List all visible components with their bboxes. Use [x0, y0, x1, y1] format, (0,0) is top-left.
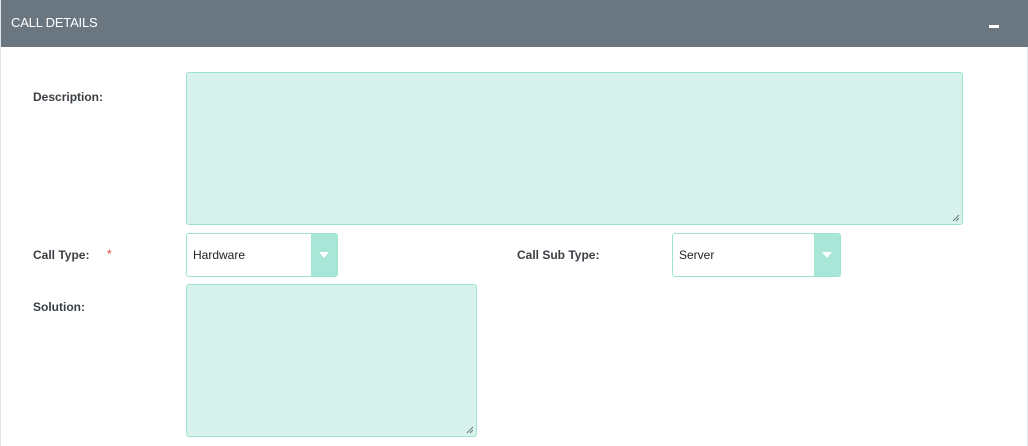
call-type-dropdown-button[interactable] [311, 234, 337, 276]
call-sub-type-label: Call Sub Type: [517, 248, 600, 262]
call-sub-type-value: Server [679, 248, 715, 262]
description-textarea[interactable] [186, 72, 963, 225]
call-type-select[interactable]: Hardware [186, 233, 338, 277]
solution-label: Solution: [33, 300, 85, 314]
call-type-label: Call Type: [33, 248, 90, 262]
call-type-value: Hardware [193, 248, 246, 262]
call-details-panel: CALL DETAILS Description: Call Type: * H… [0, 0, 1028, 446]
solution-textarea[interactable] [186, 284, 477, 437]
call-sub-type-dropdown-button[interactable] [814, 234, 840, 276]
panel-header: CALL DETAILS [1, 0, 1028, 47]
required-marker: * [107, 247, 112, 261]
panel-title: CALL DETAILS [11, 15, 98, 30]
call-sub-type-select[interactable]: Server [672, 233, 841, 277]
chevron-down-icon [319, 252, 329, 258]
description-label: Description: [33, 90, 104, 104]
collapse-button[interactable] [987, 16, 1001, 30]
chevron-down-icon [822, 252, 832, 258]
minus-icon [989, 25, 999, 28]
